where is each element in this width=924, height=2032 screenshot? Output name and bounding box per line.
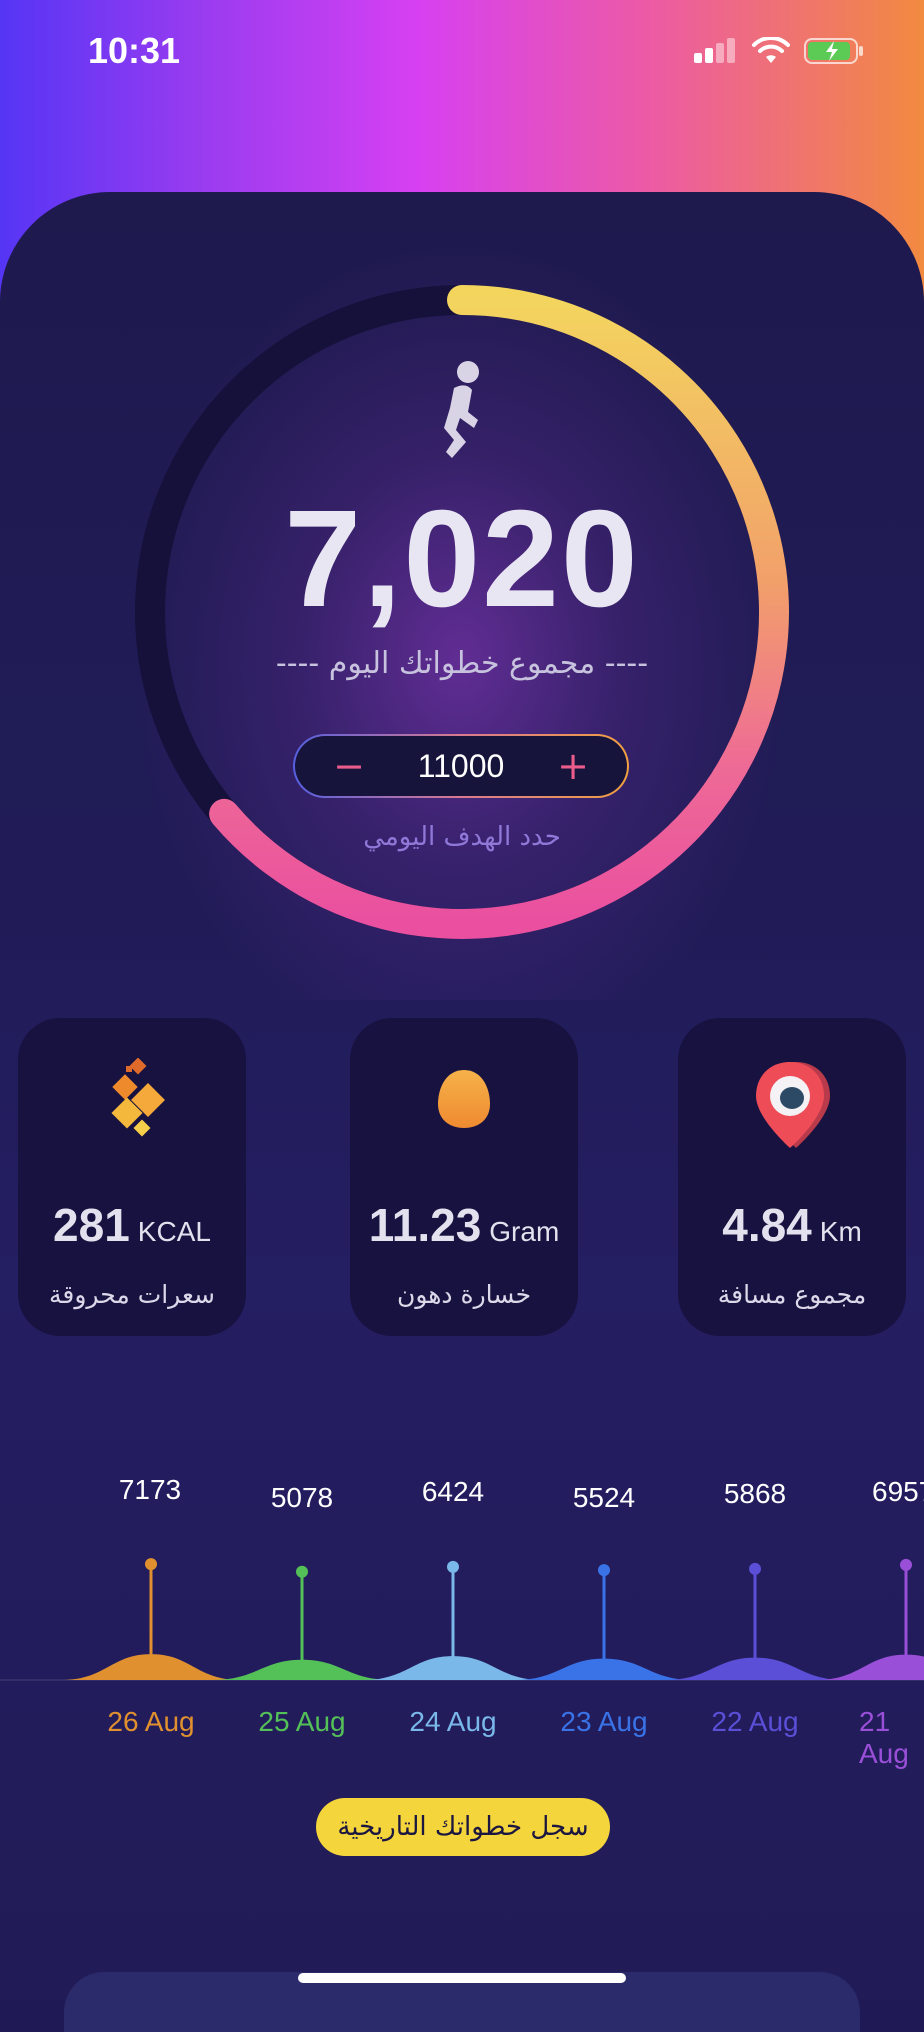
- history-date[interactable]: 26 Aug: [76, 1706, 226, 1738]
- history-steps: 5078: [270, 1482, 334, 1513]
- distance-card[interactable]: 4.84 Km مجموع مسافة: [678, 1018, 906, 1336]
- history-date[interactable]: 23 Aug: [529, 1706, 679, 1738]
- distance-unit: Km: [819, 1216, 862, 1247]
- history-date[interactable]: 21 Aug: [831, 1706, 924, 1770]
- history-date[interactable]: 24 Aug: [378, 1706, 528, 1738]
- distance-pin-icon: [756, 1062, 830, 1148]
- fat-loss-card[interactable]: 11.23 Gram خسارة دهون: [350, 1018, 578, 1336]
- step-history-button[interactable]: سجل خطواتك التاريخية: [316, 1798, 610, 1856]
- fat-loss-unit: Gram: [489, 1216, 560, 1247]
- home-indicator[interactable]: [298, 1973, 626, 1983]
- history-steps: 5868: [723, 1478, 787, 1509]
- goal-label: حدد الهدف اليومي: [363, 822, 561, 852]
- increase-goal-button[interactable]: +: [551, 744, 595, 788]
- history-date[interactable]: 25 Aug: [227, 1706, 377, 1738]
- history-dot: [447, 1560, 459, 1573]
- steps-count: 7,020: [284, 482, 640, 636]
- history-steps: 5524: [572, 1482, 636, 1513]
- history-steps: 6424: [421, 1476, 485, 1507]
- walking-person-icon: [444, 361, 479, 458]
- history-steps: 6957: [872, 1476, 924, 1507]
- history-steps: 7173: [118, 1474, 182, 1505]
- history-dot: [145, 1558, 157, 1571]
- history-date[interactable]: 22 Aug: [680, 1706, 830, 1738]
- history-dot: [749, 1562, 761, 1575]
- goal-value: 11000: [417, 748, 505, 784]
- fat-drop-icon: [438, 1070, 490, 1128]
- history-dot: [598, 1564, 610, 1577]
- decrease-goal-button[interactable]: −: [327, 744, 371, 788]
- distance-value: 4.84: [722, 1199, 812, 1251]
- distance-label: مجموع مسافة: [717, 1280, 867, 1309]
- calories-value: 281: [53, 1199, 130, 1251]
- calories-unit: KCAL: [137, 1216, 211, 1247]
- history-mound: [816, 1654, 924, 1680]
- fat-loss-value: 11.23: [368, 1199, 482, 1251]
- calories-card[interactable]: 281 KCAL سعرات محروقة: [18, 1018, 246, 1336]
- calories-label: سعرات محروقة: [49, 1280, 215, 1309]
- daily-goal-stepper: − 11000 +: [293, 734, 629, 798]
- fat-loss-label: خسارة دهون: [396, 1280, 532, 1309]
- history-dot: [900, 1558, 912, 1571]
- calories-flame-icon: [111, 1058, 165, 1137]
- history-dot: [296, 1565, 308, 1578]
- steps-caption: ---- مجموع خطواتك اليوم ----: [275, 646, 649, 681]
